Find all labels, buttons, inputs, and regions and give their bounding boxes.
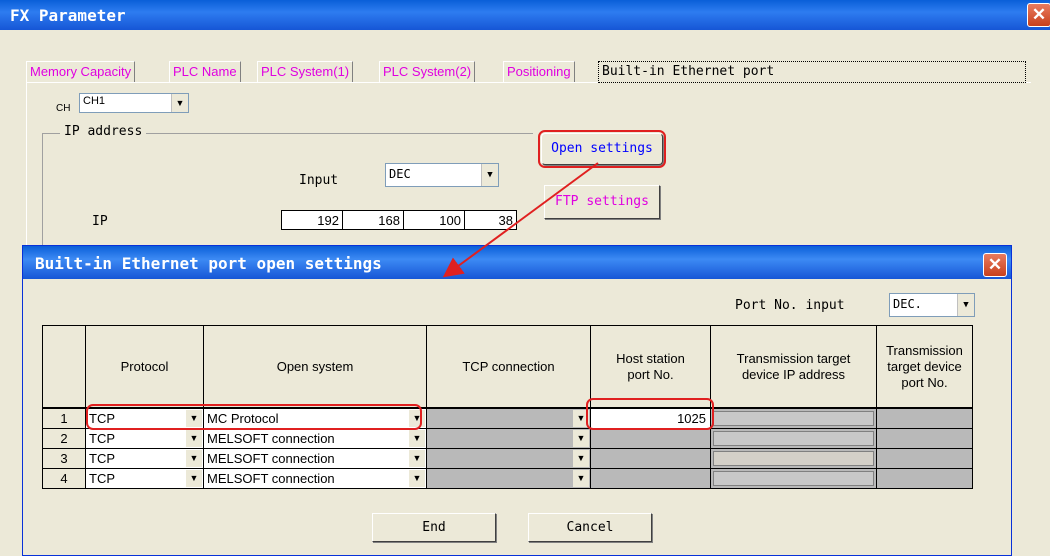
annotation-arrow	[442, 162, 599, 278]
